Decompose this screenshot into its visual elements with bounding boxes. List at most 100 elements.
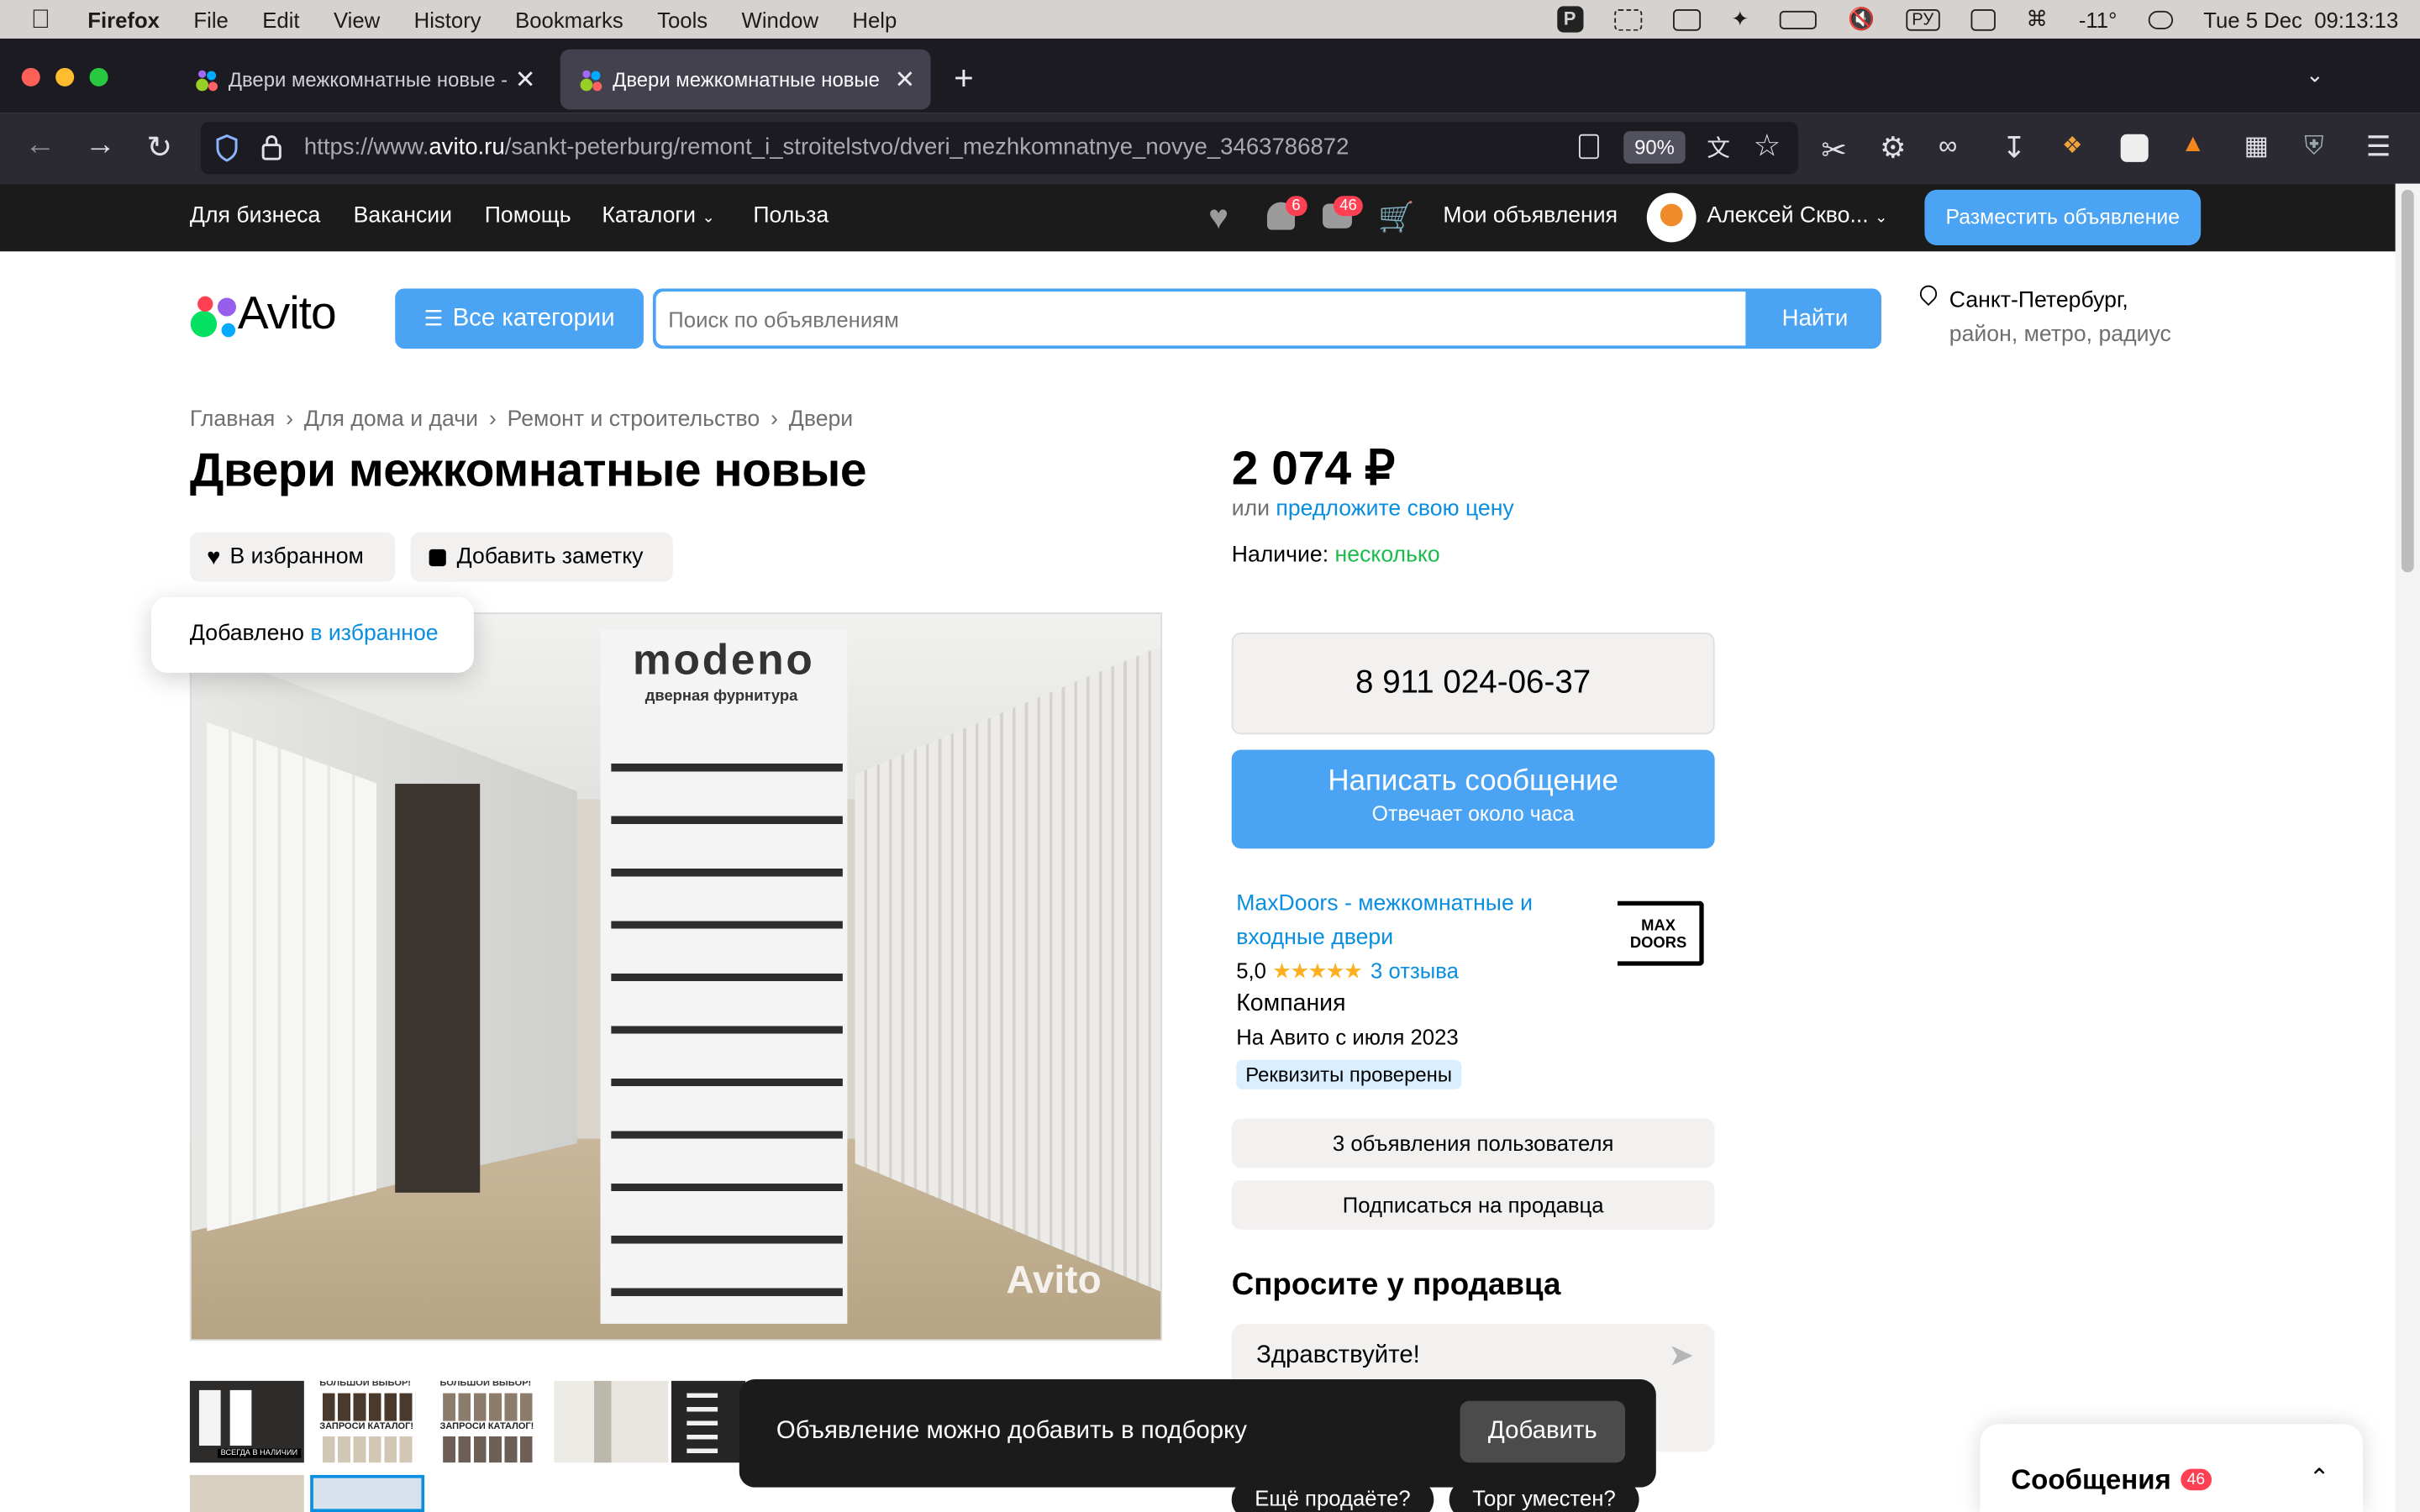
seller-logo[interactable]: MAX DOORS <box>1617 900 1704 966</box>
breadcrumb-home-garden[interactable]: Для дома и дачи <box>304 407 478 432</box>
subscribe-seller-button[interactable]: Подписаться на продавца <box>1231 1180 1715 1230</box>
send-arrow-icon[interactable]: ➤ <box>1669 1336 1695 1375</box>
downloads-icon[interactable]: ↧ <box>2002 131 2026 166</box>
page-scrollbar[interactable] <box>2395 183 2420 1512</box>
bookmark-star-icon[interactable]: ☆ <box>1754 127 1781 165</box>
my-ads-link[interactable]: Мои объявления <box>1443 203 1618 228</box>
shield-icon[interactable] <box>214 134 239 162</box>
chevron-up-icon[interactable]: ⌃ <box>2309 1462 2330 1494</box>
reader-view-icon[interactable] <box>1578 134 1599 160</box>
translate-icon[interactable]: 文 <box>1707 131 1730 164</box>
display-icon[interactable] <box>1672 8 1701 30</box>
thumbnail-3[interactable]: БОЛЬШОЙ ВЫБОР! ЗАПРОСИ КАТАЛОГ! <box>439 1380 539 1463</box>
location-pin-icon[interactable] <box>1916 281 1941 307</box>
add-note-button[interactable]: Добавить заметку <box>410 532 673 582</box>
thumbnail-6[interactable] <box>189 1474 304 1512</box>
keyboard-layout[interactable]: РУ <box>1905 8 1940 30</box>
messenger-widget[interactable]: Сообщения 46 ⌃ <box>1980 1424 2364 1512</box>
thumbnail-7-selected[interactable] <box>310 1474 425 1512</box>
tooltip-favorites-link[interactable]: в избранное <box>310 622 438 646</box>
cart-icon[interactable]: 🛒 <box>1378 199 1414 236</box>
private-mask-icon[interactable]: ∞ <box>1939 131 1957 162</box>
url-text[interactable]: https://www.avito.ru/sankt-peterburg/rem… <box>304 134 1349 160</box>
extension-cloud-icon[interactable] <box>2120 134 2149 162</box>
user-avatar[interactable] <box>1646 192 1697 243</box>
favorite-button[interactable]: ♥ В избранном <box>189 532 396 582</box>
link-benefit[interactable]: Польза <box>753 203 829 228</box>
lock-icon[interactable] <box>260 134 282 160</box>
ask-seller-input[interactable]: Здравствуйте! <box>1256 1342 1420 1370</box>
app-menu-icon[interactable]: ☰ <box>2366 131 2391 164</box>
show-phone-button[interactable]: 8 911 024-06-37 <box>1231 633 1715 735</box>
seller-name-link-line2[interactable]: входные двери <box>1236 926 1393 950</box>
maximize-window-button[interactable] <box>89 67 108 87</box>
post-ad-button[interactable]: Разместить объявление <box>1924 189 2202 246</box>
back-icon[interactable]: ← <box>24 128 55 163</box>
forward-icon[interactable]: → <box>85 128 116 163</box>
control-center-icon[interactable] <box>2148 9 2173 29</box>
breadcrumb-repair[interactable]: Ремонт и строительство <box>508 407 760 432</box>
zoom-level[interactable]: 90% <box>1623 131 1686 164</box>
location-city[interactable]: Санкт-Петербург, <box>1949 288 2128 312</box>
extension-bird-icon[interactable]: ❖ <box>2062 131 2083 159</box>
breadcrumb-home[interactable]: Главная <box>190 407 275 432</box>
tab-2-active[interactable]: Двери межкомнатные новые к ✕ <box>560 49 931 110</box>
location-detail[interactable]: район, метро, радиус <box>1949 323 2171 347</box>
thumbnail-2[interactable]: БОЛЬШОЙ ВЫБОР! ЗАПРОСИ КАТАЛОГ! <box>319 1380 418 1463</box>
weather-temperature[interactable]: -11° <box>2079 7 2118 31</box>
menu-help[interactable]: Help <box>852 7 897 31</box>
close-tab-icon[interactable]: ✕ <box>515 65 536 96</box>
apple-icon[interactable]:  <box>31 4 50 35</box>
mute-icon[interactable]: 🔇 <box>1848 6 1875 32</box>
breadcrumb-doors[interactable]: Двери <box>789 407 853 432</box>
new-tab-icon[interactable]: + <box>954 59 974 99</box>
close-window-button[interactable] <box>21 67 40 87</box>
list-all-tabs-icon[interactable]: ⌄ <box>2306 61 2324 87</box>
battery-icon[interactable] <box>1780 9 1818 29</box>
reload-icon[interactable]: ↻ <box>146 128 172 166</box>
link-for-business[interactable]: Для бизнеса <box>190 203 320 228</box>
menu-edit[interactable]: Edit <box>262 7 299 31</box>
reviews-link[interactable]: 3 отзыва <box>1370 958 1459 983</box>
user-menu[interactable]: Алексей Скво... ⌄ <box>1707 203 1887 228</box>
thumbnail-1[interactable]: ВСЕГДА В НАЛИЧИИ <box>189 1380 304 1463</box>
write-message-button[interactable]: Написать сообщение Отвечает около часа <box>1231 749 1715 849</box>
scrollbar-thumb[interactable] <box>2401 189 2414 573</box>
link-vacancies[interactable]: Вакансии <box>354 203 452 228</box>
menu-file[interactable]: File <box>193 7 228 31</box>
metamask-fox-icon[interactable]: ▲ <box>2181 131 2205 159</box>
favorites-heart-icon[interactable]: ♥ <box>1208 197 1228 238</box>
bluetooth-icon[interactable]: ✦ <box>1731 6 1749 32</box>
menu-tools[interactable]: Tools <box>657 7 708 31</box>
link-catalogs[interactable]: Каталоги ⌄ <box>602 203 715 228</box>
thumbnail-4[interactable] <box>554 1380 669 1463</box>
link-help[interactable]: Помощь <box>485 203 571 228</box>
main-photo[interactable]: modeno дверная фурнитура Avito <box>189 612 1163 1341</box>
extension-scissors-icon[interactable]: ✂ <box>1821 131 1847 170</box>
toast-add-button[interactable]: Добавить <box>1460 1400 1626 1463</box>
wifi-icon[interactable]: ⌘ <box>2026 6 2048 32</box>
search-input[interactable] <box>655 291 1746 346</box>
menu-view[interactable]: View <box>334 7 380 31</box>
menu-bookmarks[interactable]: Bookmarks <box>515 7 623 31</box>
user-ads-button[interactable]: 3 объявления пользователя <box>1231 1118 1715 1168</box>
screenshot-icon[interactable] <box>1613 8 1642 30</box>
avito-logo[interactable]: Avito <box>190 288 360 343</box>
extensions-puzzle-icon[interactable]: ▦ <box>2244 131 2270 162</box>
thumbnail-5[interactable] <box>671 1380 746 1463</box>
split-view-icon[interactable] <box>1970 8 1996 30</box>
menu-window[interactable]: Window <box>742 7 818 31</box>
all-categories-button[interactable]: ☰ Все категории <box>395 288 644 349</box>
seller-name-link[interactable]: MaxDoors - межкомнатные и <box>1236 892 1533 916</box>
offer-price-link[interactable]: предложите свою цену <box>1276 496 1513 521</box>
url-bar[interactable]: https://www.avito.ru/sankt-peterburg/rem… <box>200 122 1798 175</box>
clock[interactable]: Tue 5 Dec 09:13:13 <box>2203 7 2398 31</box>
tab-1[interactable]: Двери межкомнатные новые - ✕ <box>176 50 550 110</box>
search-submit-button[interactable]: Найти <box>1749 288 1881 349</box>
settings-gear-icon[interactable]: ⚙ <box>1880 131 1906 166</box>
pastebot-icon[interactable]: P <box>1556 6 1583 33</box>
close-tab-icon[interactable]: ✕ <box>895 65 916 96</box>
menu-history[interactable]: History <box>414 7 481 31</box>
minimize-window-button[interactable] <box>55 67 75 87</box>
menu-app-name[interactable]: Firefox <box>87 7 160 31</box>
